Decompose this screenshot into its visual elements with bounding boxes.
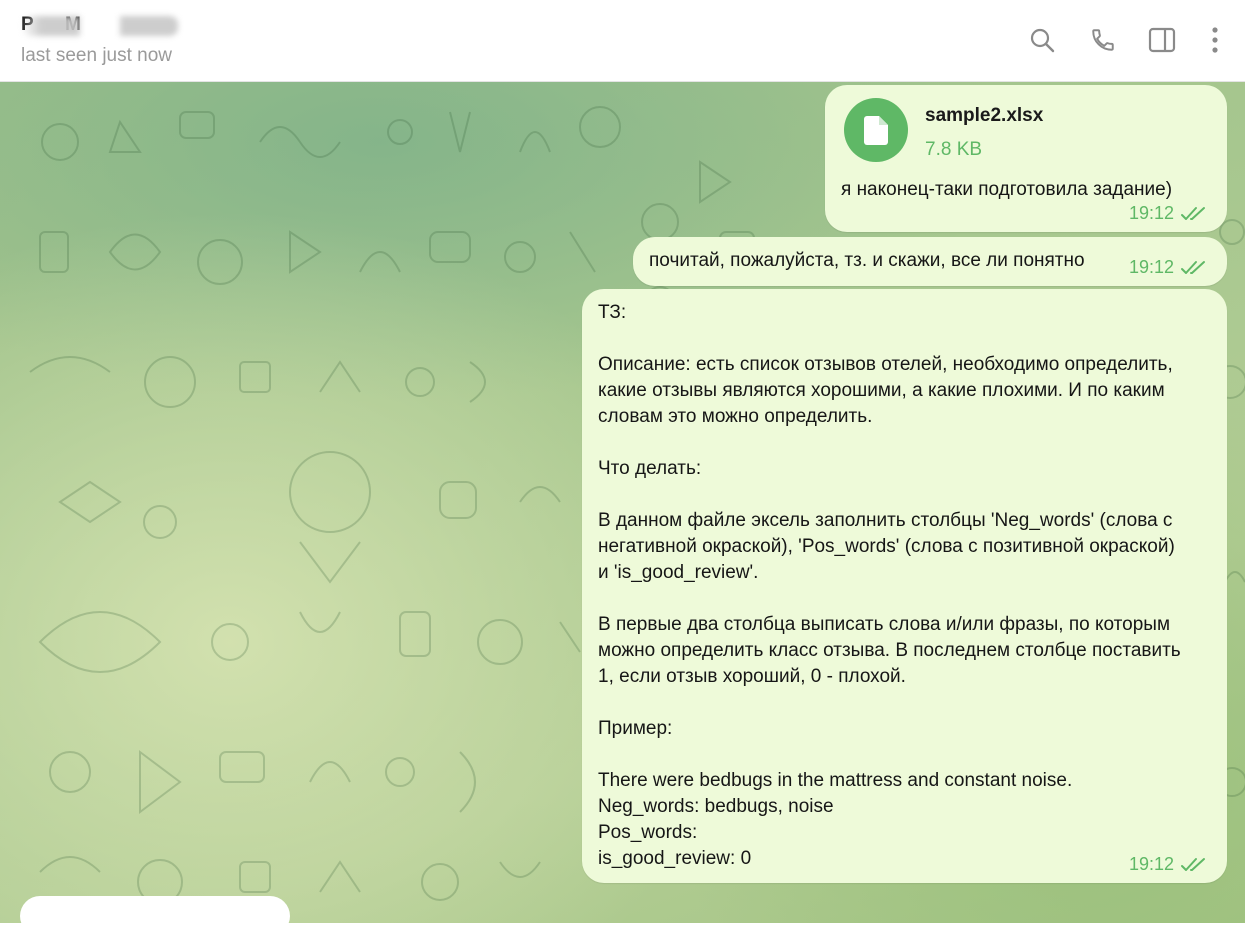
- message-text[interactable]: почитай, пожалуйста, тз. и скажи, все ли…: [633, 237, 1227, 286]
- contact-status: last seen just now: [21, 45, 173, 66]
- message-meta: 19:12: [1129, 257, 1208, 278]
- file-size: 7.8 KB: [925, 139, 983, 160]
- chat-background[interactable]: sample2.xlsx 7.8 KB я наконец-таки подго…: [0, 82, 1245, 923]
- file-download-button[interactable]: [844, 98, 908, 162]
- file-name[interactable]: sample2.xlsx: [925, 105, 1043, 127]
- message-file[interactable]: sample2.xlsx 7.8 KB я наконец-таки подго…: [825, 85, 1227, 232]
- contact-name[interactable]: P M: [21, 14, 179, 36]
- search-icon: [1030, 28, 1055, 53]
- more-vertical-icon: [1212, 27, 1218, 53]
- phone-icon: [1092, 29, 1114, 51]
- message-composer[interactable]: [20, 896, 290, 936]
- message-body: почитай, пожалуйста, тз. и скажи, все ли…: [649, 250, 1085, 271]
- message-time: 19:12: [1129, 203, 1175, 223]
- message-caption: я наконец-таки подготовила задание): [841, 179, 1173, 200]
- message-time: 19:12: [1129, 854, 1175, 874]
- search-button[interactable]: [1027, 25, 1057, 55]
- message-text[interactable]: ТЗ: Описание: есть список отзывов отелей…: [582, 289, 1227, 883]
- chat-header: P M last seen just now: [0, 0, 1245, 82]
- double-check-icon: [1181, 206, 1206, 220]
- message-meta: 19:12: [1129, 203, 1208, 224]
- message-time: 19:12: [1129, 257, 1175, 277]
- message-body: ТЗ: Описание: есть список отзывов отелей…: [598, 302, 1181, 869]
- message-meta: 19:12: [1129, 854, 1208, 875]
- name-redaction: [21, 16, 179, 36]
- toggle-sidebar-button[interactable]: [1147, 25, 1177, 55]
- call-button[interactable]: [1088, 25, 1118, 55]
- more-button[interactable]: [1200, 25, 1230, 55]
- sidebar-toggle-icon: [1148, 27, 1176, 53]
- double-check-icon: [1181, 260, 1206, 274]
- file-icon: [864, 116, 888, 145]
- double-check-icon: [1181, 857, 1206, 871]
